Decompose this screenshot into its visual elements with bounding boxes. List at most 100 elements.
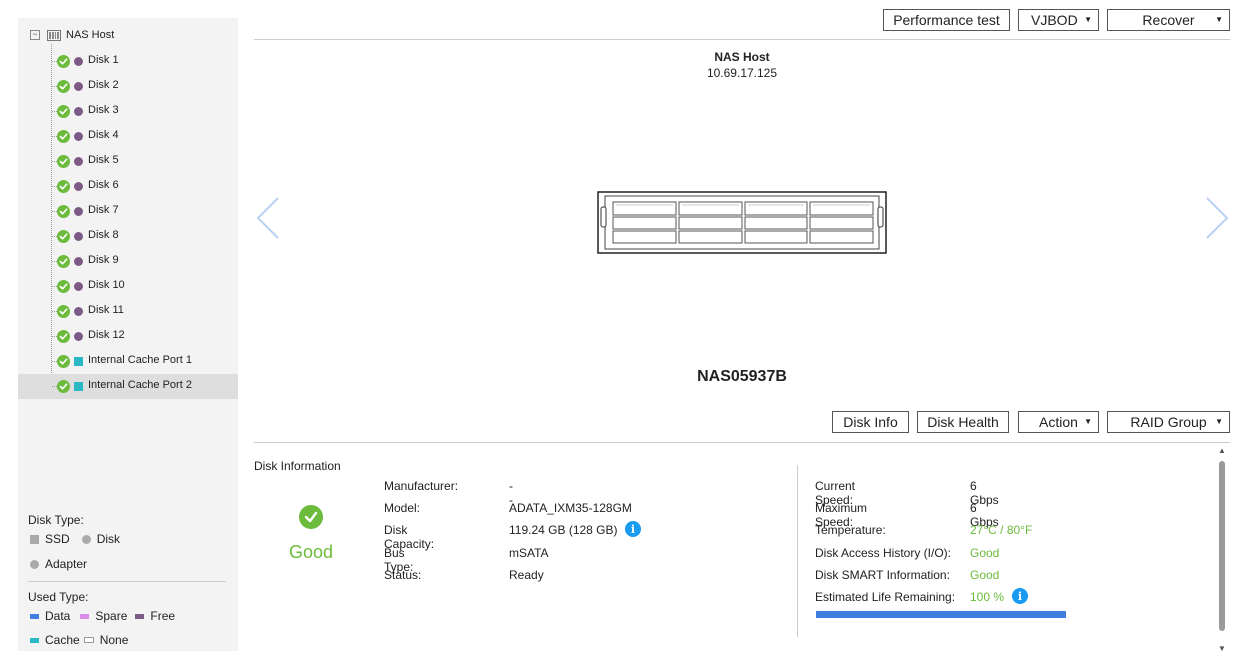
previous-enclosure-arrow-icon[interactable] bbox=[254, 196, 282, 240]
tree-item[interactable]: Disk 2 bbox=[18, 74, 238, 99]
tree-root-nas-host[interactable]: − NAS Host bbox=[30, 26, 114, 44]
disk-info-label: Disk Info bbox=[843, 414, 898, 430]
legend-free-label: Free bbox=[150, 609, 176, 623]
access-history-value[interactable]: Good bbox=[970, 546, 999, 560]
tree-item-label: Disk 10 bbox=[88, 279, 125, 291]
status-ok-check-icon bbox=[57, 180, 70, 193]
tree-item-label: Disk 7 bbox=[88, 204, 119, 216]
free-swatch bbox=[135, 613, 145, 619]
tree-item-label: Disk 4 bbox=[88, 129, 119, 141]
none-swatch bbox=[83, 637, 94, 643]
tree-item[interactable]: Disk 6 bbox=[18, 174, 238, 199]
tree-item[interactable]: Disk 11 bbox=[18, 299, 238, 324]
tree-item[interactable]: Internal Cache Port 2 bbox=[18, 374, 238, 399]
status-ok-check-icon bbox=[57, 55, 70, 68]
status-ok-check-icon bbox=[57, 305, 70, 318]
disk-type-icon bbox=[74, 132, 83, 141]
tree-item-label: Disk 6 bbox=[88, 179, 119, 191]
status-good-check-icon bbox=[299, 505, 323, 529]
model-key: Model: bbox=[384, 501, 421, 515]
tree-item[interactable]: Disk 5 bbox=[18, 149, 238, 174]
status-key: Status: bbox=[384, 568, 422, 582]
tree-item-label: Disk 2 bbox=[88, 79, 119, 91]
tree-item-label: Disk 1 bbox=[88, 54, 119, 66]
disk-toolbar-divider bbox=[254, 442, 1230, 443]
disk-type-icon bbox=[74, 82, 83, 91]
disk-information-title: Disk Information bbox=[254, 459, 341, 473]
action-label: Action bbox=[1039, 414, 1078, 430]
tree-root-label: NAS Host bbox=[66, 29, 115, 41]
info-column-divider bbox=[797, 465, 798, 637]
life-remaining-progress-fill bbox=[816, 611, 1066, 618]
status-ok-check-icon bbox=[57, 105, 70, 118]
disk-capacity-value: 119.24 GB (128 GB) bbox=[509, 523, 618, 537]
tree-item[interactable]: Internal Cache Port 1 bbox=[18, 349, 238, 374]
disk-type-icon bbox=[74, 182, 83, 191]
data-swatch bbox=[30, 613, 39, 619]
disk-info-scrollbar[interactable]: ▲ ▼ bbox=[1216, 446, 1228, 656]
disk-type-title: Disk Type: bbox=[28, 513, 84, 527]
smart-info-key: Disk SMART Information: bbox=[815, 568, 950, 582]
raid-group-dropdown[interactable]: RAID Group ▼ bbox=[1107, 411, 1230, 433]
life-remaining-key: Estimated Life Remaining: bbox=[815, 590, 956, 604]
performance-test-button[interactable]: Performance test bbox=[883, 9, 1010, 31]
action-dropdown[interactable]: Action ▼ bbox=[1018, 411, 1099, 433]
tree-item[interactable]: Disk 3 bbox=[18, 99, 238, 124]
status-good-label: Good bbox=[288, 542, 334, 562]
next-enclosure-arrow-icon[interactable] bbox=[1203, 196, 1231, 240]
raid-group-label: RAID Group bbox=[1130, 414, 1207, 430]
nas-host-icon bbox=[47, 29, 61, 41]
disk-type-icon bbox=[74, 332, 83, 341]
tree-item[interactable]: Disk 1 bbox=[18, 49, 238, 74]
smart-info-value[interactable]: Good bbox=[970, 568, 999, 582]
device-tree-panel: − NAS Host Disk 1 Disk 2 Disk 3 Disk 4 Disk … bbox=[18, 18, 238, 651]
status-ok-check-icon bbox=[57, 280, 70, 293]
disk-info-button[interactable]: Disk Info bbox=[832, 411, 909, 433]
toolbar-divider bbox=[254, 39, 1230, 40]
performance-test-label: Performance test bbox=[893, 12, 1000, 28]
scroll-up-arrow-icon[interactable]: ▲ bbox=[1216, 446, 1228, 455]
tree-item[interactable]: Disk 7 bbox=[18, 199, 238, 224]
chevron-down-icon: ▼ bbox=[1084, 417, 1092, 426]
disk-type-icon bbox=[74, 232, 83, 241]
status-ok-check-icon bbox=[57, 355, 70, 368]
tree-item-label: Disk 8 bbox=[88, 229, 119, 241]
tree-item[interactable]: Disk 12 bbox=[18, 324, 238, 349]
legend-used-type-row: Data Spare Free bbox=[30, 609, 175, 623]
scroll-down-arrow-icon[interactable]: ▼ bbox=[1216, 644, 1228, 653]
legend-disk-label: Disk bbox=[96, 532, 121, 546]
used-type-title: Used Type: bbox=[28, 590, 89, 604]
temperature-value: 27°C / 80°F bbox=[970, 523, 1033, 537]
life-remaining-progress-bar bbox=[816, 611, 1066, 618]
tree-item-label: Disk 5 bbox=[88, 154, 119, 166]
adapter-swatch bbox=[30, 559, 39, 569]
enclosure-host-name: NAS Host bbox=[714, 50, 770, 64]
disk-type-icon bbox=[74, 207, 83, 216]
vjbod-dropdown[interactable]: VJBOD ▼ bbox=[1018, 9, 1099, 31]
tree-item-label: Disk 11 bbox=[88, 304, 124, 316]
life-remaining-value: 100 % bbox=[970, 590, 1005, 604]
cache-swatch bbox=[30, 637, 39, 643]
nas-enclosure-image[interactable] bbox=[596, 190, 888, 256]
status-ok-check-icon bbox=[57, 80, 70, 93]
tree-item-label: Internal Cache Port 2 bbox=[88, 379, 192, 391]
tree-item[interactable]: Disk 8 bbox=[18, 224, 238, 249]
info-icon[interactable]: i bbox=[1012, 588, 1028, 604]
tree-item-label: Internal Cache Port 1 bbox=[88, 354, 192, 366]
collapse-icon[interactable]: − bbox=[30, 30, 40, 40]
disk-health-label: Disk Health bbox=[927, 414, 999, 430]
scrollbar-thumb[interactable] bbox=[1219, 461, 1225, 631]
info-icon[interactable]: i bbox=[625, 521, 641, 537]
disk-health-button[interactable]: Disk Health bbox=[917, 411, 1009, 433]
disk-type-icon bbox=[74, 307, 83, 316]
legend-adapter-label: Adapter bbox=[45, 557, 88, 571]
tree-item[interactable]: Disk 4 bbox=[18, 124, 238, 149]
status-ok-check-icon bbox=[57, 205, 70, 218]
legend-disk-type-row: SSD Disk bbox=[30, 532, 120, 546]
tree-item[interactable]: Disk 9 bbox=[18, 249, 238, 274]
tree-item[interactable]: Disk 10 bbox=[18, 274, 238, 299]
recover-dropdown[interactable]: Recover ▼ bbox=[1107, 9, 1230, 31]
status-ok-check-icon bbox=[57, 255, 70, 268]
legend-cache-label: Cache bbox=[45, 633, 80, 647]
model-value: ADATA_IXM35-128GM bbox=[509, 501, 632, 515]
